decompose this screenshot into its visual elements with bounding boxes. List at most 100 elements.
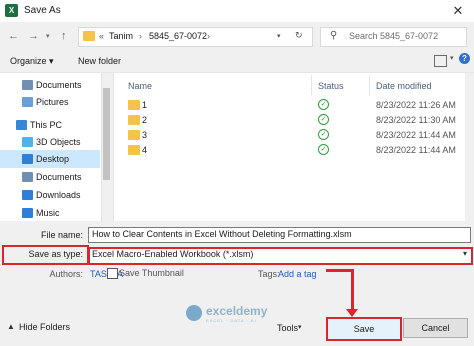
sync-status-icon: ✓ (318, 144, 329, 155)
sidebar-item-pictures[interactable]: Pictures (0, 93, 100, 111)
file-name: 4 (142, 145, 148, 155)
save-as-type-select[interactable]: Excel Macro-Enabled Workbook (*.xlsm) ▾ (88, 247, 473, 265)
toolbar: Organize ▾ New folder ▾ ? (0, 50, 474, 73)
back-arrow-icon[interactable]: ← (8, 30, 19, 42)
sidebar-item-label: Documents (36, 172, 82, 182)
cancel-button[interactable]: Cancel (403, 318, 468, 338)
search-placeholder: Search 5845_67-0072 (349, 31, 439, 41)
file-name-value: How to Clear Contents in Excel Without D… (92, 229, 352, 239)
close-button[interactable]: ✕ (448, 2, 468, 20)
breadcrumb-separator-icon: › (139, 31, 142, 41)
watermark-name: exceldemy (206, 304, 268, 318)
column-divider[interactable] (369, 75, 370, 95)
save-thumbnail-label: Save Thumbnail (119, 268, 184, 278)
sidebar-item-label: This PC (30, 120, 63, 130)
annotation-arrow (326, 269, 354, 272)
file-list: Name Status Date modified 1 ✓ 8/23/2022 … (114, 73, 465, 221)
organize-button[interactable]: Organize ▾ (10, 56, 54, 67)
file-row[interactable]: 1 ✓ 8/23/2022 11:26 AM (114, 98, 465, 113)
sidebar-item-label: 3D Objects (36, 137, 81, 147)
sidebar-item-this-pc[interactable]: This PC (0, 116, 100, 134)
date-modified: 8/23/2022 11:26 AM (376, 100, 456, 110)
tags-field[interactable]: Add a tag (278, 269, 317, 279)
3d-objects-icon (22, 137, 33, 147)
file-name: 2 (142, 115, 148, 125)
sidebar-item-desktop[interactable]: Desktop (0, 150, 100, 168)
breadcrumb-item[interactable]: 5845_67-0072 (149, 31, 207, 41)
exceldemy-logo-icon (186, 305, 202, 321)
breadcrumb-item[interactable]: Tanim (109, 31, 133, 41)
column-header-status[interactable]: Status (318, 81, 344, 91)
breadcrumb-separator-icon: › (207, 31, 210, 41)
save-button[interactable]: Save (326, 317, 402, 341)
pictures-icon (22, 97, 33, 107)
folder-icon (128, 100, 140, 110)
downloads-icon (22, 190, 33, 200)
folder-icon (128, 130, 140, 140)
save-as-type-value: Excel Macro-Enabled Workbook (*.xlsm) (92, 249, 254, 259)
documents-icon (22, 80, 33, 90)
sync-status-icon: ✓ (318, 114, 329, 125)
folder-icon (83, 31, 95, 41)
exceldemy-watermark: exceldemy EXCEL · DATA · BI (186, 303, 286, 325)
column-header-date-modified[interactable]: Date modified (376, 81, 432, 91)
sidebar-item-3d-objects[interactable]: 3D Objects (0, 133, 100, 151)
file-name-label: File name: (40, 230, 83, 240)
view-dropdown-icon[interactable]: ▾ (450, 54, 454, 62)
folder-icon (128, 145, 140, 155)
chevron-down-icon: ▾ (462, 249, 467, 258)
recent-dropdown-icon[interactable]: ▾ (46, 32, 50, 40)
file-row[interactable]: 4 ✓ 8/23/2022 11:44 AM (114, 143, 465, 158)
tools-button[interactable]: Tools (277, 323, 298, 333)
music-icon (22, 208, 33, 218)
new-folder-button[interactable]: New folder (78, 56, 121, 66)
sidebar-item-documents[interactable]: Documents (0, 168, 100, 186)
sidebar-item-documents[interactable]: Documents (0, 76, 100, 94)
navigation-bar: ← → ▾ ↑ « Tanim › 5845_67-0072 › ▾ ↻ ⚲ S… (0, 22, 474, 50)
sidebar-item-label: Downloads (36, 190, 81, 200)
sidebar-item-label: Desktop (36, 154, 70, 164)
navigation-pane: Documents Pictures This PC 3D Objects De… (0, 73, 114, 221)
breadcrumb-overflow[interactable]: « (99, 31, 104, 41)
up-arrow-icon[interactable]: ↑ (61, 30, 67, 42)
refresh-icon[interactable]: ↻ (295, 30, 303, 41)
date-modified: 8/23/2022 11:30 AM (376, 115, 456, 125)
save-form: File name: How to Clear Contents in Exce… (0, 222, 474, 346)
view-options-icon[interactable] (434, 55, 447, 67)
file-row[interactable]: 2 ✓ 8/23/2022 11:30 AM (114, 113, 465, 128)
collapse-chevron-icon[interactable]: ▲ (7, 322, 15, 331)
column-header-name[interactable]: Name (128, 81, 152, 91)
computer-icon (16, 120, 27, 130)
file-name-input[interactable]: How to Clear Contents in Excel Without D… (88, 227, 471, 243)
sync-status-icon: ✓ (318, 129, 329, 140)
excel-app-icon: X (5, 4, 18, 17)
tools-dropdown-icon[interactable]: ▾ (298, 323, 302, 331)
help-icon[interactable]: ? (459, 53, 470, 64)
file-list-scrollbar[interactable] (465, 73, 474, 221)
search-box[interactable]: ⚲ Search 5845_67-0072 (320, 27, 467, 47)
date-modified: 8/23/2022 11:44 AM (376, 130, 456, 140)
hide-folders-button[interactable]: Hide Folders (19, 322, 70, 332)
sidebar-item-label: Music (36, 208, 60, 218)
sync-status-icon: ✓ (318, 99, 329, 110)
watermark-tagline: EXCEL · DATA · BI (206, 318, 257, 323)
title-bar: X Save As ✕ (0, 0, 474, 22)
address-dropdown-icon[interactable]: ▾ (277, 32, 281, 40)
desktop-icon (22, 154, 33, 164)
annotation-arrow-head (346, 309, 358, 317)
save-thumbnail-checkbox[interactable] (107, 268, 118, 279)
authors-label: Authors: (49, 269, 83, 279)
file-name: 1 (142, 100, 148, 110)
sidebar-item-music[interactable]: Music (0, 204, 100, 222)
window-title: Save As (24, 5, 61, 16)
search-icon: ⚲ (330, 30, 338, 41)
column-divider[interactable] (311, 75, 312, 95)
sidebar-item-downloads[interactable]: Downloads (0, 186, 100, 204)
documents-icon (22, 172, 33, 182)
file-name: 3 (142, 130, 148, 140)
file-row[interactable]: 3 ✓ 8/23/2022 11:44 AM (114, 128, 465, 143)
sidebar-scrollbar-thumb[interactable] (103, 88, 110, 180)
address-bar[interactable]: « Tanim › 5845_67-0072 › ▾ ↻ (78, 27, 313, 47)
sidebar-item-label: Documents (36, 80, 82, 90)
forward-arrow-icon[interactable]: → (28, 30, 39, 42)
